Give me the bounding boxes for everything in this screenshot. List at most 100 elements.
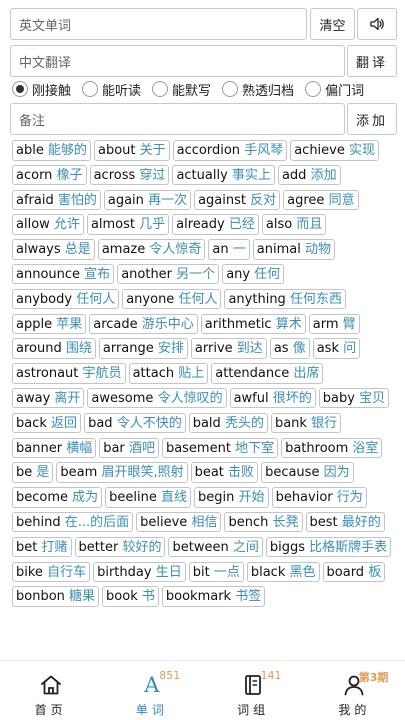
- word-chip[interactable]: bad 令人不快的: [84, 412, 186, 434]
- radio-selected-icon[interactable]: [12, 81, 28, 97]
- chinese-translation-input[interactable]: 中文翻译: [10, 45, 345, 77]
- tab-home[interactable]: 首页: [0, 661, 101, 720]
- word-chip[interactable]: awful 很坏的: [229, 387, 316, 409]
- english-word-input[interactable]: 英文单词: [10, 8, 307, 40]
- word-chip[interactable]: already 已经: [172, 214, 259, 235]
- word-chip[interactable]: as 像: [269, 338, 310, 359]
- word-chip[interactable]: beam 眉开眼笑,照射: [56, 462, 188, 483]
- word-english: between: [172, 539, 229, 555]
- word-chip[interactable]: attach 贴上: [128, 363, 209, 384]
- word-chip[interactable]: arrange 安排: [98, 338, 188, 359]
- word-chip[interactable]: always 总是: [12, 239, 95, 260]
- level-option[interactable]: 能听读: [82, 80, 141, 99]
- word-chip[interactable]: best 最好的: [305, 511, 385, 533]
- word-chip[interactable]: bar 酒吧: [99, 437, 159, 459]
- radio-unselected-icon[interactable]: [222, 81, 239, 97]
- word-chip[interactable]: another 另一个: [117, 263, 220, 285]
- radio-unselected-icon[interactable]: [305, 81, 322, 97]
- word-chip[interactable]: banner 横幅: [12, 437, 97, 459]
- word-english: attach: [132, 366, 175, 382]
- word-english: achieve: [294, 143, 345, 158]
- word-chip[interactable]: bonbon 糖果: [12, 586, 100, 607]
- word-chip[interactable]: bank 银行: [270, 412, 342, 434]
- word-chip[interactable]: back 返回: [12, 412, 82, 434]
- word-chip[interactable]: an 一: [208, 239, 250, 260]
- word-chip[interactable]: around 围绕: [12, 338, 96, 359]
- word-chinese: 实现: [349, 143, 376, 158]
- word-chip[interactable]: accordion 手风琴: [172, 140, 288, 161]
- radio-unselected-icon[interactable]: [82, 81, 99, 97]
- word-chip[interactable]: achieve 实现: [290, 140, 380, 161]
- word-chip[interactable]: bit 一点: [188, 561, 244, 583]
- word-chip[interactable]: beat 击败: [190, 462, 259, 483]
- word-chip[interactable]: board 板: [322, 561, 386, 583]
- word-chip[interactable]: allow 允许: [12, 214, 84, 235]
- radio-unselected-icon[interactable]: [152, 81, 169, 97]
- word-chip[interactable]: about 关于: [93, 140, 170, 161]
- word-chip[interactable]: because 因为: [261, 462, 354, 483]
- word-chip[interactable]: bike 自行车: [12, 561, 91, 583]
- word-chip[interactable]: animal 动物: [252, 239, 335, 260]
- add-button[interactable]: 添加: [347, 103, 397, 135]
- level-option[interactable]: 能默写: [152, 80, 211, 99]
- note-input[interactable]: 备注: [10, 103, 345, 135]
- word-chip[interactable]: arm 臂: [308, 313, 360, 335]
- word-chip[interactable]: across 穿过: [89, 164, 170, 186]
- level-option[interactable]: 偏门词: [305, 80, 364, 99]
- word-chip[interactable]: actually 事实上: [172, 164, 275, 186]
- word-chip[interactable]: acorn 橡子: [12, 164, 87, 186]
- word-chip[interactable]: anyone 任何人: [122, 288, 222, 310]
- word-chip[interactable]: announce 宣布: [12, 263, 115, 285]
- translate-button[interactable]: 翻译: [347, 45, 397, 77]
- word-chip[interactable]: bench 长凳: [224, 511, 303, 533]
- word-chip[interactable]: basement 地下室: [161, 437, 279, 459]
- word-chip[interactable]: arrive 到达: [190, 338, 267, 359]
- word-chip[interactable]: anything 任何东西: [224, 288, 346, 310]
- word-chip[interactable]: any 任何: [222, 263, 285, 285]
- word-chip[interactable]: against 反对: [194, 189, 281, 211]
- word-chinese: 相信: [191, 514, 218, 530]
- word-chip[interactable]: bald 秃头的: [188, 412, 268, 434]
- word-chip[interactable]: between 之间: [168, 536, 263, 558]
- word-chip[interactable]: begin 开始: [194, 487, 269, 508]
- word-chip[interactable]: baby 宝贝: [318, 387, 390, 409]
- word-chip[interactable]: add 添加: [277, 164, 341, 186]
- word-chip[interactable]: black 黑色: [246, 561, 320, 583]
- word-chip[interactable]: away 离开: [12, 387, 85, 409]
- word-chip[interactable]: arithmetic 算术: [200, 313, 306, 335]
- word-chip[interactable]: arcade 游乐中心: [89, 313, 198, 335]
- word-chip[interactable]: astronaut 宇航员: [12, 363, 126, 384]
- word-chip[interactable]: bathroom 浴室: [281, 437, 383, 459]
- word-chip[interactable]: become 成为: [12, 487, 103, 508]
- word-chip[interactable]: behind 在...的后面: [12, 511, 134, 533]
- tab-words[interactable]: A 851 单词: [101, 661, 202, 720]
- word-chip[interactable]: also 而且: [261, 214, 327, 235]
- tab-me[interactable]: 第3期 我的: [304, 661, 405, 720]
- speaker-button[interactable]: [357, 8, 397, 40]
- word-chip[interactable]: bookmark 书签: [161, 586, 266, 607]
- tab-phrases[interactable]: 141 词组: [203, 661, 304, 720]
- word-chip[interactable]: better 较好的: [74, 536, 166, 558]
- word-chip[interactable]: awesome 令人惊叹的: [87, 387, 227, 409]
- word-chip[interactable]: biggs 比格斯牌手表: [265, 536, 392, 558]
- level-option[interactable]: 熟透归档: [222, 80, 294, 99]
- word-chip[interactable]: beeline 直线: [105, 487, 192, 508]
- level-option[interactable]: 刚接触: [12, 80, 71, 99]
- word-chip[interactable]: behavior 行为: [271, 487, 367, 508]
- word-chip[interactable]: apple 苹果: [12, 313, 87, 335]
- word-chip[interactable]: birthday 生日: [93, 561, 186, 583]
- word-chip[interactable]: amaze 令人惊奇: [97, 239, 206, 260]
- word-chip[interactable]: almost 几乎: [86, 214, 170, 235]
- word-chip[interactable]: afraid 害怕的: [12, 189, 101, 211]
- word-chip[interactable]: be 是: [12, 462, 54, 483]
- clear-button[interactable]: 清空: [310, 8, 355, 40]
- word-chip[interactable]: able 能够的: [12, 140, 91, 161]
- word-chip[interactable]: anybody 任何人: [12, 288, 120, 310]
- word-chip[interactable]: ask 问: [312, 338, 361, 359]
- word-chip[interactable]: agree 同意: [283, 189, 359, 211]
- word-chip[interactable]: attendance 出席: [211, 363, 324, 384]
- word-chip[interactable]: book 书: [102, 586, 159, 607]
- word-chip[interactable]: believe 相信: [136, 511, 222, 533]
- word-chip[interactable]: again 再一次: [103, 189, 192, 211]
- word-chip[interactable]: bet 打赌: [12, 536, 72, 558]
